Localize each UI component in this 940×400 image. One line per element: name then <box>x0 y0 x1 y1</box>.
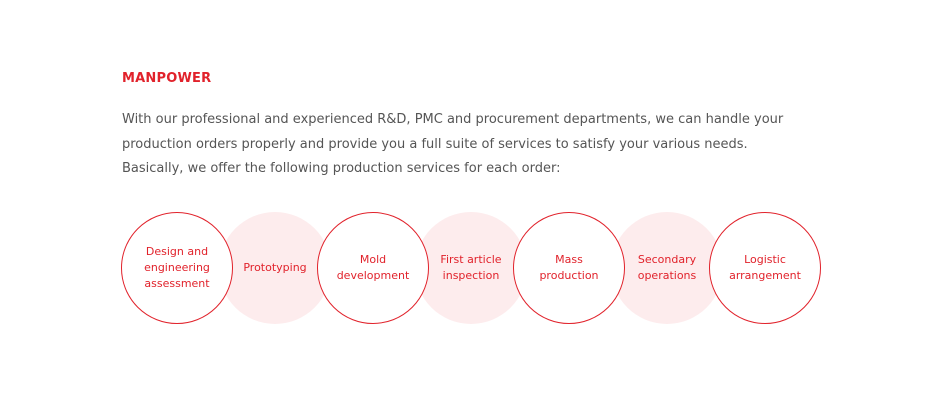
service-logistic-arrangement: Logistic arrangement <box>709 212 821 324</box>
service-label-line: engineering <box>144 261 210 274</box>
service-label-line: Secondary <box>637 253 697 266</box>
service-label-line: production <box>539 269 599 282</box>
intro-line: production orders properly and provide y… <box>122 136 748 152</box>
intro-line: With our professional and experienced R&… <box>122 112 784 127</box>
service-label-line: inspection <box>442 269 500 282</box>
service-label-line: arrangement <box>729 269 801 282</box>
service-mold-development: Mold development <box>317 212 429 324</box>
service-label-line: development <box>336 269 410 282</box>
service-label-line: Mass <box>555 253 583 266</box>
service-label-line: Design and <box>145 245 209 258</box>
service-label-line: Prototyping <box>243 261 307 274</box>
service-label-line: Mold <box>359 253 387 266</box>
service-first-article-inspection: First article inspection <box>415 212 527 324</box>
service-secondary-operations: Secondary operations <box>611 212 723 324</box>
manpower-section: MANPOWER With our professional and exper… <box>122 70 842 182</box>
intro-line: Basically, we offer the following produc… <box>122 161 561 176</box>
service-design-engineering-assessment: Design and engineering assessment <box>121 212 233 324</box>
service-mass-production: Mass production <box>513 212 625 324</box>
intro-paragraph: With our professional and experienced R&… <box>122 108 842 182</box>
service-label-line: operations <box>637 269 697 282</box>
service-label-line: assessment <box>144 277 210 290</box>
services-row: Design and engineering assessment Protot… <box>121 212 821 326</box>
service-prototyping: Prototyping <box>219 212 331 324</box>
section-heading: MANPOWER <box>122 71 212 86</box>
service-label-line: Logistic <box>744 253 786 266</box>
service-label-line: First article <box>440 253 502 266</box>
